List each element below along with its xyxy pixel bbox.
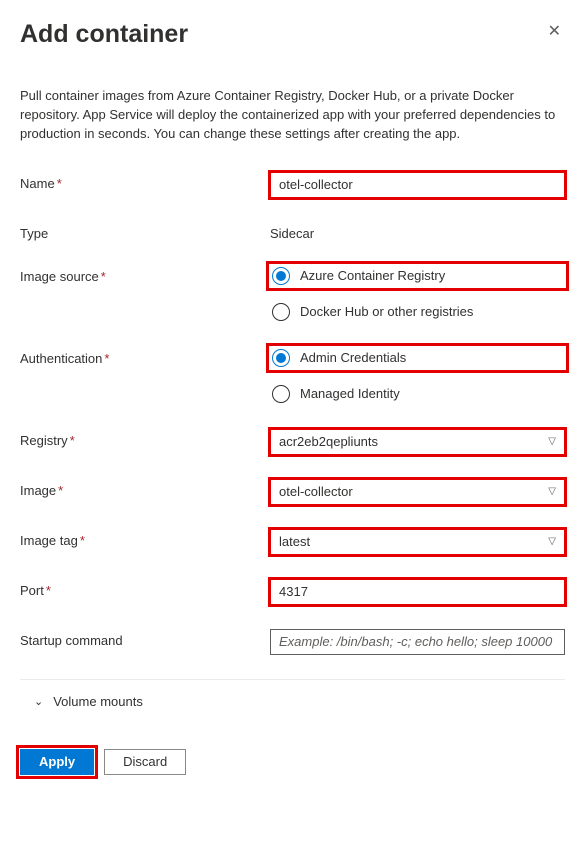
field-row-name: Name* (20, 172, 565, 198)
required-marker: * (46, 583, 51, 598)
required-marker: * (104, 351, 109, 366)
label-image-tag: Image tag* (20, 529, 270, 548)
radio-image-source-acr[interactable]: Azure Container Registry (270, 265, 565, 287)
name-input[interactable] (270, 172, 565, 198)
panel-description: Pull container images from Azure Contain… (20, 87, 565, 144)
divider (20, 679, 565, 680)
radio-auth-admin[interactable]: Admin Credentials (270, 347, 565, 369)
type-value: Sidecar (270, 222, 565, 241)
volume-mounts-label: Volume mounts (53, 694, 143, 709)
field-row-image: Image* otel-collector ▽ (20, 479, 565, 505)
required-marker: * (58, 483, 63, 498)
field-row-type: Type Sidecar (20, 222, 565, 241)
chevron-down-icon: ▽ (548, 436, 556, 447)
radio-auth-managed[interactable]: Managed Identity (270, 383, 565, 405)
close-button[interactable]: ✕ (544, 20, 565, 44)
label-startup-command: Startup command (20, 629, 270, 648)
label-image: Image* (20, 479, 270, 498)
chevron-down-icon: ▽ (548, 486, 556, 497)
image-source-radio-group: Azure Container Registry Docker Hub or o… (270, 265, 565, 323)
field-row-authentication: Authentication* Admin Credentials Manage… (20, 347, 565, 405)
radio-icon (272, 267, 290, 285)
port-input[interactable] (270, 579, 565, 605)
authentication-radio-group: Admin Credentials Managed Identity (270, 347, 565, 405)
label-type: Type (20, 222, 270, 241)
panel-title: Add container (20, 20, 188, 49)
startup-command-input[interactable] (270, 629, 565, 655)
field-row-startup-command: Startup command (20, 629, 565, 655)
label-port: Port* (20, 579, 270, 598)
footer-actions: Apply Discard (20, 749, 565, 775)
field-row-image-source: Image source* Azure Container Registry D… (20, 265, 565, 323)
label-image-source: Image source* (20, 265, 270, 284)
registry-select[interactable]: acr2eb2qepliunts ▽ (270, 429, 565, 455)
required-marker: * (57, 176, 62, 191)
field-row-image-tag: Image tag* latest ▽ (20, 529, 565, 555)
image-select[interactable]: otel-collector ▽ (270, 479, 565, 505)
label-registry: Registry* (20, 429, 270, 448)
field-row-port: Port* (20, 579, 565, 605)
radio-icon (272, 303, 290, 321)
chevron-down-icon: ▽ (548, 536, 556, 547)
apply-button[interactable]: Apply (20, 749, 94, 775)
volume-mounts-toggle[interactable]: ⌄ Volume mounts (20, 694, 565, 709)
radio-icon (272, 385, 290, 403)
label-authentication: Authentication* (20, 347, 270, 366)
label-name: Name* (20, 172, 270, 191)
image-tag-select[interactable]: latest ▽ (270, 529, 565, 555)
radio-icon (272, 349, 290, 367)
field-row-registry: Registry* acr2eb2qepliunts ▽ (20, 429, 565, 455)
radio-image-source-docker[interactable]: Docker Hub or other registries (270, 301, 565, 323)
discard-button[interactable]: Discard (104, 749, 186, 775)
required-marker: * (101, 269, 106, 284)
close-icon: ✕ (548, 23, 561, 40)
required-marker: * (70, 433, 75, 448)
required-marker: * (80, 533, 85, 548)
panel-header: Add container ✕ (20, 20, 565, 49)
chevron-down-icon: ⌄ (34, 695, 43, 708)
